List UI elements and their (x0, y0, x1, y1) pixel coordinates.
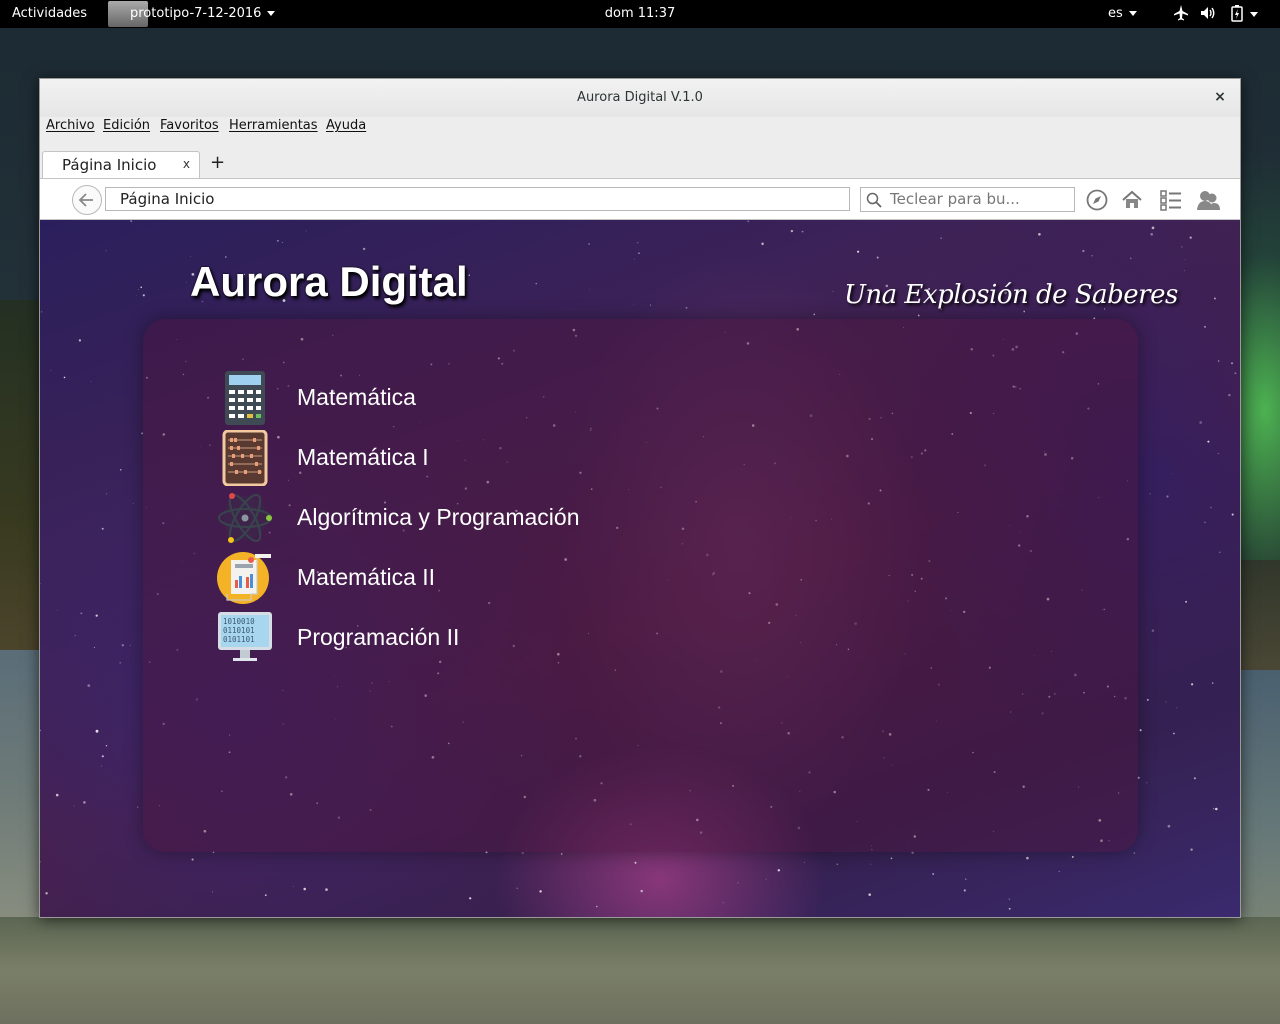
course-label: Matemática I (297, 444, 429, 470)
menu-edicion[interactable]: Edición (103, 118, 150, 133)
url-bar[interactable]: Página Inicio (105, 187, 850, 211)
chevron-down-icon (1128, 11, 1137, 16)
window-close-button[interactable]: × (1212, 88, 1228, 106)
svg-text:1010010: 1010010 (223, 617, 255, 626)
users-icon[interactable] (1195, 188, 1221, 212)
site-slogan: Una Explosión de Saberes (844, 280, 1178, 310)
top-bar: Actividades prototipo-7-12-2016 dom 11:3… (0, 0, 1280, 28)
system-menu-chevron-icon[interactable] (1250, 12, 1258, 17)
abacus-icon (222, 430, 268, 486)
chevron-down-icon (267, 11, 276, 16)
calculator-icon (225, 371, 265, 425)
search-placeholder: Teclear para bu... (890, 190, 1020, 208)
course-label: Matemática (297, 384, 416, 410)
course-link-matematica-ii[interactable]: Matemática II (217, 550, 637, 606)
binary-monitor-icon: 1010010 0110101 0101101 (218, 612, 272, 661)
home-icon[interactable] (1119, 188, 1145, 212)
wallpaper-snow-bottom (0, 917, 1280, 1024)
search-input[interactable]: Teclear para bu... (860, 187, 1075, 212)
course-link-programacion-ii[interactable]: 1010010 0110101 0101101 Programación II (217, 610, 637, 666)
menu-favoritos[interactable]: Favoritos (160, 118, 219, 133)
window-title: Aurora Digital V.1.0 (577, 90, 703, 105)
menu-ayuda[interactable]: Ayuda (326, 118, 366, 133)
battery-icon[interactable] (1229, 4, 1245, 22)
atom-icon (217, 493, 273, 543)
course-label: Matemática II (297, 564, 436, 590)
wallpaper-trees-right (1240, 560, 1280, 670)
tab-label: Página Inicio (62, 156, 157, 174)
tab-bar: Página Inicio x + (40, 139, 1240, 179)
svg-text:0101101: 0101101 (223, 635, 255, 644)
back-button[interactable] (72, 185, 102, 215)
wallpaper-snow-right (1240, 670, 1280, 940)
activities-button[interactable]: Actividades (12, 6, 87, 21)
new-tab-button[interactable]: + (210, 152, 225, 173)
menu-archivo[interactable]: Archivo (46, 118, 95, 133)
wallpaper-trees (0, 300, 40, 660)
app-menu-button[interactable]: prototipo-7-12-2016 (130, 6, 276, 21)
compass-icon[interactable] (1084, 188, 1110, 212)
course-link-algoritmica-y-programacion[interactable]: Algorítmica y Programación (217, 490, 637, 546)
browser-window: Aurora Digital V.1.0 × Archivo Edición F… (39, 78, 1241, 918)
site-title: Aurora Digital (190, 258, 468, 305)
search-icon (866, 192, 882, 208)
svg-text:0110101: 0110101 (223, 626, 255, 635)
window-titlebar[interactable]: Aurora Digital V.1.0 (40, 79, 1240, 117)
language-label: es (1108, 6, 1123, 21)
document-chart-icon (217, 552, 271, 604)
wallpaper-snow-left (0, 650, 40, 940)
app-name-label: prototipo-7-12-2016 (130, 6, 262, 21)
tab-pagina-inicio[interactable]: Página Inicio x (42, 151, 200, 179)
language-button[interactable]: es (1108, 6, 1137, 21)
navigation-toolbar: Página Inicio Teclear para bu... (40, 178, 1240, 220)
course-label: Algorítmica y Programación (297, 504, 580, 530)
course-link-matematica[interactable]: Matemática (217, 370, 637, 426)
list-view-icon[interactable] (1158, 188, 1184, 212)
course-link-matematica-i[interactable]: Matemática I (217, 430, 637, 486)
airplane-mode-icon[interactable] (1173, 4, 1189, 22)
menu-herramientas[interactable]: Herramientas (229, 118, 318, 133)
menu-bar: Archivo Edición Favoritos Herramientas A… (40, 117, 1240, 139)
volume-icon[interactable] (1200, 4, 1216, 22)
arrow-left-icon (78, 193, 93, 207)
page-content: Aurora Digital Una Explosión de Saberes … (40, 220, 1240, 917)
course-label: Programación II (297, 624, 460, 650)
tab-close-button[interactable]: x (183, 157, 190, 171)
